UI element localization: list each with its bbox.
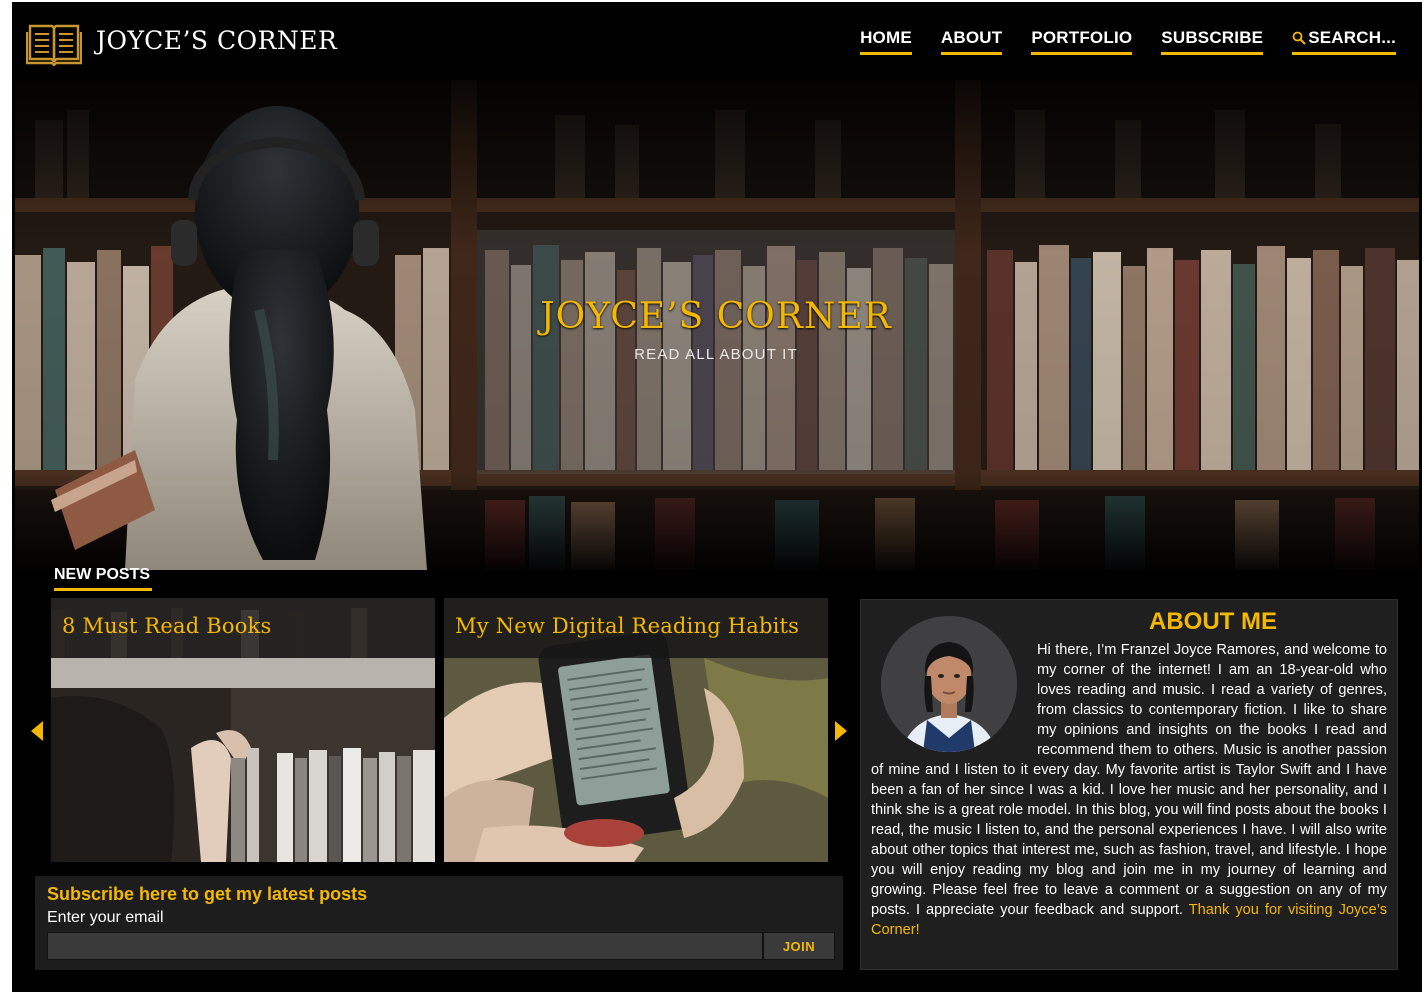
about-me-panel: ABOUT ME Hi there, I’m Franzel Joyce Ram… xyxy=(860,599,1398,970)
post-title[interactable]: My New Digital Reading Habits xyxy=(455,614,799,638)
avatar-spacer xyxy=(871,640,1037,758)
hero-title: JOYCE’S CORNER xyxy=(540,296,892,337)
brand-name[interactable]: JOYCE’S CORNER xyxy=(96,26,337,55)
post-card-digital-reading-habits[interactable]: My New Digital Reading Habits xyxy=(444,598,828,862)
post-title[interactable]: 8 Must Read Books xyxy=(62,614,271,638)
new-posts-label: NEW POSTS xyxy=(54,566,153,591)
hero-banner: JOYCE’S CORNER READ ALL ABOUT IT xyxy=(15,80,1419,570)
caret-right-icon[interactable] xyxy=(834,720,848,742)
about-body: Hi there, I’m Franzel Joyce Ramores, and… xyxy=(871,640,1387,940)
nav-search[interactable]: SEARCH... xyxy=(1292,28,1396,55)
subscribe-heading: Subscribe here to get my latest posts xyxy=(47,884,368,904)
about-title: ABOUT ME xyxy=(1149,608,1277,635)
join-button[interactable]: JOIN xyxy=(763,932,835,960)
post-card-must-read-books[interactable]: 8 Must Read Books xyxy=(51,598,435,862)
hero-tagline: READ ALL ABOUT IT xyxy=(634,346,798,363)
main-nav: HOME ABOUT PORTFOLIO SUBSCRIBE SEARCH... xyxy=(860,28,1396,55)
nav-about[interactable]: ABOUT xyxy=(940,28,1003,55)
subscribe-box: Subscribe here to get my latest posts En… xyxy=(35,876,843,970)
nav-subscribe[interactable]: SUBSCRIBE xyxy=(1161,28,1264,55)
nav-portfolio[interactable]: PORTFOLIO xyxy=(1031,28,1133,55)
search-icon xyxy=(1292,31,1306,45)
email-input[interactable] xyxy=(47,932,763,960)
search-label: SEARCH... xyxy=(1308,28,1396,47)
email-label: Enter your email xyxy=(47,909,164,926)
open-book-icon[interactable] xyxy=(26,20,82,66)
header: JOYCE’S CORNER HOME ABOUT PORTFOLIO SUBS… xyxy=(12,2,1422,80)
caret-left-icon[interactable] xyxy=(30,720,44,742)
nav-home[interactable]: HOME xyxy=(860,28,912,55)
page-frame: JOYCE’S CORNER HOME ABOUT PORTFOLIO SUBS… xyxy=(12,2,1422,992)
